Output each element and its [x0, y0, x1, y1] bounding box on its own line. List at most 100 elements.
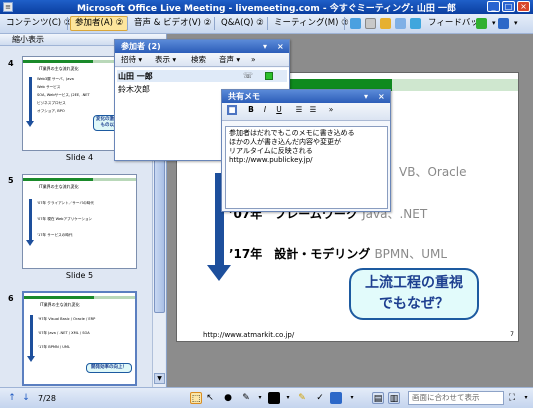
menu-content[interactable]: コンテンツ(C) ② — [2, 16, 75, 31]
slide-header-bar-light — [392, 79, 518, 91]
fullscreen-icon[interactable]: ⛶ — [506, 392, 518, 404]
slide-line-1-text: VB、Oracle — [399, 165, 467, 179]
hand-tool-icon[interactable]: ↖ — [204, 392, 216, 404]
notes-line: 参加者はだれでもこのメモに書き込める — [229, 129, 355, 137]
status-indicator-icon — [265, 72, 273, 80]
thumb-line: Web サービス — [37, 85, 61, 89]
thumb-title: IT業界の主な流れ変化 — [40, 302, 80, 307]
phone-icon: ☏ — [243, 71, 254, 80]
shape-dropdown-icon[interactable]: ▾ — [346, 392, 358, 404]
thumb-line: '07年 Java / .NET / XML / SOA — [38, 331, 90, 335]
thumb-line: '97年 Visual Basic / Oracle / ERP — [38, 317, 96, 321]
participant-row[interactable]: 山田 一郎 — [118, 71, 153, 82]
notes-format-toolbar: ■ B I U ☰ ☰ » — [222, 103, 390, 121]
menu-participants[interactable]: 参加者(A) ② — [70, 16, 129, 31]
slide-number: 6 — [8, 294, 14, 303]
notes-line: ほかの人が書き込んだ内容や変更が — [229, 138, 341, 146]
slide-footer-url: http://www.atmarkit.co.jp/ — [203, 331, 295, 339]
status-green-icon[interactable] — [476, 18, 487, 29]
close-icon[interactable]: × — [277, 40, 284, 53]
menu-meeting[interactable]: ミーティング(M) ② — [270, 16, 353, 31]
slide-line-3: ’17年 設計・モデリング BPMN、UML — [229, 245, 447, 262]
slide-number: 4 — [8, 59, 14, 68]
slide-line-3-highlight: BPMN、UML — [374, 247, 448, 261]
invite-button[interactable]: 招待 ▾ — [121, 53, 142, 67]
camera-icon[interactable] — [365, 18, 376, 29]
thumb-line: '07年 クライアント／サーバの時代 — [37, 201, 94, 205]
arrow-shape — [30, 315, 33, 357]
minimize-button[interactable]: _ — [487, 1, 500, 12]
participants-window-header[interactable]: 参加者 (2) ▾ × — [115, 40, 289, 53]
slide-page-number: 7 — [510, 331, 514, 338]
meeting-icon[interactable] — [410, 18, 421, 29]
help-icon[interactable] — [498, 18, 509, 29]
slide-line-3-text: ’17年 設計・モデリング — [229, 247, 371, 261]
pen-dropdown-icon[interactable]: ▾ — [254, 392, 266, 404]
thumb-bubble: 開発効率の向上！ — [86, 363, 132, 373]
shape-tool-icon[interactable] — [330, 392, 342, 404]
numbered-list-icon[interactable]: ☰ — [308, 105, 318, 115]
bottom-toolbar: ↑ ↓ 7/28 ⬚ ↖ ● ✎ ▾ ▾ ✎ ✓ ▾ ▤ ▥ 画面に合わせて表示… — [0, 387, 533, 408]
maximize-button[interactable]: □ — [502, 1, 515, 12]
selection-tool-icon[interactable]: ⬚ — [190, 392, 202, 404]
notes-textarea[interactable]: 参加者はだれでもこのメモに書き込める ほかの人が書き込んだ内容や変更が リアルタ… — [225, 126, 388, 209]
menu-qa[interactable]: Q&A(Q) ② — [217, 16, 268, 31]
menu-bar: コンテンツ(C) ② 参加者(A) ② 音声 & ビデオ(V) ② Q&A(Q)… — [0, 14, 533, 34]
close-button[interactable]: × — [517, 1, 530, 12]
slide-caption: Slide 5 — [65, 271, 94, 280]
person-icon[interactable] — [350, 18, 361, 29]
menu-audio-video[interactable]: 音声 & ビデオ(V) ② — [130, 16, 215, 31]
window-menu-icon[interactable]: ▾ — [263, 40, 267, 53]
search-button[interactable]: 検索 — [191, 53, 206, 67]
participant-row[interactable]: 鈴木次郎 — [118, 84, 150, 95]
previous-slide-icon[interactable]: ↑ — [6, 392, 18, 404]
slide-view-icon[interactable]: ▤ — [372, 392, 384, 404]
scroll-down-icon[interactable]: ▼ — [154, 373, 165, 384]
shared-notes-title: 共有メモ — [228, 92, 260, 101]
help-dropdown-icon[interactable]: ▾ — [510, 16, 522, 31]
pen-icon[interactable]: ✎ — [240, 392, 252, 404]
thumb-line: '17年 BPMN / UML — [38, 345, 70, 349]
shared-notes-header[interactable]: 共有メモ ▾ × — [222, 90, 390, 103]
participants-window-title: 参加者 (2) — [121, 42, 161, 51]
lock-icon[interactable] — [380, 18, 391, 29]
notes-line: http://www.publickey.jp/ — [229, 156, 313, 164]
thumb-title: IT業界の主な流れ変化 — [39, 66, 79, 71]
audio-button[interactable]: 音声 ▾ — [219, 53, 240, 67]
window-menu-icon[interactable]: ▾ — [364, 90, 368, 103]
arrowhead-shape — [26, 240, 34, 246]
color-swatch-icon[interactable] — [268, 392, 280, 404]
color-dropdown-icon[interactable]: ▾ — [282, 392, 294, 404]
more-icon[interactable]: » — [326, 105, 336, 115]
participants-toolbar: 招待 ▾ 表示 ▾ 検索 音声 ▾ » — [115, 53, 289, 67]
monitor-icon[interactable] — [395, 18, 406, 29]
slide-callout-bubble: 上流工程の重視 でもなぜ？ — [349, 268, 479, 320]
view-button[interactable]: 表示 ▾ — [155, 53, 176, 67]
highlighter-icon[interactable]: ✎ — [296, 392, 308, 404]
thumb-line: SOA, Webサービス, J2EE, .NET — [37, 93, 90, 97]
thumb-line: Web3層 サーバ、Java — [37, 77, 74, 81]
close-icon[interactable]: × — [378, 90, 385, 103]
laser-pointer-icon[interactable]: ● — [222, 392, 234, 404]
thumbnail-view-icon[interactable]: ▥ — [388, 392, 400, 404]
thumb-line: オフショア, BPO — [37, 109, 65, 113]
fullscreen-dropdown-icon[interactable]: ▾ — [520, 392, 532, 404]
arrowhead-shape — [27, 356, 35, 362]
more-button[interactable]: » — [251, 53, 256, 67]
thumb-line: '17年 サービスの時代 — [37, 233, 73, 237]
next-slide-icon[interactable]: ↓ — [20, 392, 32, 404]
zoom-select[interactable]: 画面に合わせて表示 — [408, 391, 504, 405]
bullet-list-icon[interactable]: ☰ — [294, 105, 304, 115]
checkmark-icon[interactable]: ✓ — [314, 392, 326, 404]
slide-callout-text: 上流工程の重視 でもなぜ？ — [365, 275, 463, 312]
arrow-shape — [29, 199, 32, 241]
underline-button[interactable]: U — [274, 105, 284, 115]
title-bar: ≡ Microsoft Office Live Meeting - liveme… — [0, 0, 533, 14]
italic-button[interactable]: I — [260, 105, 270, 115]
bold-button[interactable]: B — [246, 105, 256, 115]
slide-thumbnail-5[interactable]: IT業界の主な流れ変化 '07年 クライアント／サーバの時代 '07年 現在 W… — [22, 174, 137, 269]
arrow-shape — [29, 77, 32, 122]
save-icon[interactable]: ■ — [227, 105, 237, 115]
thumb-line: '07年 現在 Webアプリケーション — [37, 217, 93, 221]
slide-thumbnail-6[interactable]: IT業界の主な流れ変化 '97年 Visual Basic / Oracle /… — [22, 291, 137, 386]
